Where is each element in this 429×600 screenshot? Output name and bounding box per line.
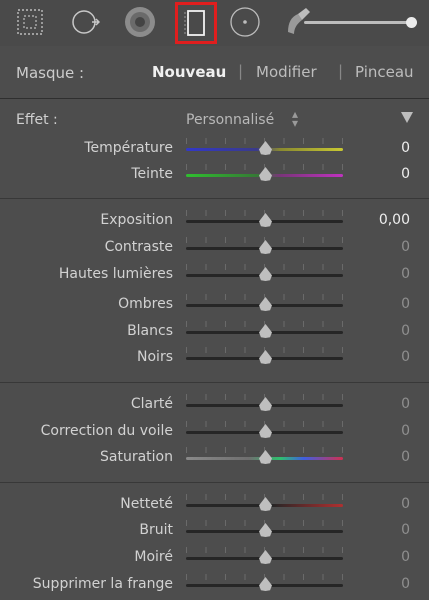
- slider-value-shadows[interactable]: 0: [401, 296, 410, 312]
- slider-label-tint: Teinte: [131, 166, 173, 182]
- slider-label-sharpness: Netteté: [120, 496, 173, 512]
- section-divider: [0, 482, 429, 483]
- slider-value-saturation[interactable]: 0: [401, 449, 410, 465]
- slider-label-moire: Moiré: [134, 549, 173, 565]
- effect-preset-select[interactable]: Personnalisé: [186, 112, 274, 128]
- slider-value-dehaze[interactable]: 0: [401, 423, 410, 439]
- slider-label-clarity: Clarté: [130, 396, 173, 412]
- mask-new-button[interactable]: Nouveau: [152, 63, 226, 81]
- slider-label-defringe: Supprimer la frange: [32, 576, 173, 592]
- slider-value-noise[interactable]: 0: [401, 522, 410, 538]
- slider-label-whites: Blancs: [127, 323, 173, 339]
- mask-edit-button[interactable]: Modifier: [256, 63, 317, 81]
- mask-separator: |: [238, 62, 244, 80]
- slider-row-sharpness: Netteté 0: [0, 492, 429, 518]
- crop-overlay-icon[interactable]: [15, 7, 45, 37]
- slider-row-dehaze: Correction du voile 0: [0, 419, 429, 445]
- slider-value-highlights[interactable]: 0: [401, 266, 410, 282]
- slider-value-defringe[interactable]: 0: [401, 576, 410, 592]
- section-divider: [0, 382, 429, 383]
- slider-label-noise: Bruit: [139, 522, 173, 538]
- slider-label-shadows: Ombres: [118, 296, 173, 312]
- slider-row-exposure: Exposition 0,00: [0, 208, 429, 234]
- slider-row-tint: Teinte 0: [0, 162, 429, 188]
- section-divider: [0, 198, 429, 199]
- tool-size-knob[interactable]: [406, 17, 417, 28]
- slider-row-whites: Blancs 0: [0, 319, 429, 345]
- mask-separator: |: [338, 62, 344, 80]
- slider-value-exposure[interactable]: 0,00: [379, 212, 410, 228]
- slider-value-blacks[interactable]: 0: [401, 349, 410, 365]
- effect-label: Effet :: [16, 112, 58, 128]
- slider-value-tint[interactable]: 0: [401, 166, 410, 182]
- slider-value-temperature[interactable]: 0: [401, 140, 410, 156]
- mask-bar: Masque : Nouveau | Modifier | Pinceau: [0, 48, 429, 99]
- slider-label-blacks: Noirs: [137, 349, 173, 365]
- slider-value-contrast[interactable]: 0: [401, 239, 410, 255]
- slider-row-defringe: Supprimer la frange 0: [0, 572, 429, 598]
- spot-removal-icon[interactable]: [70, 7, 101, 37]
- slider-row-contrast: Contraste 0: [0, 235, 429, 261]
- slider-row-moire: Moiré 0: [0, 545, 429, 571]
- slider-value-sharpness[interactable]: 0: [401, 496, 410, 512]
- panel-collapse-triangle-icon[interactable]: [401, 112, 413, 123]
- slider-row-temperature: Température 0: [0, 136, 429, 162]
- slider-value-whites[interactable]: 0: [401, 323, 410, 339]
- mask-brush-button[interactable]: Pinceau: [355, 63, 414, 81]
- slider-row-saturation: Saturation 0: [0, 445, 429, 471]
- red-eye-icon[interactable]: [123, 5, 157, 39]
- graduated-filter-icon[interactable]: [175, 2, 217, 44]
- slider-label-dehaze: Correction du voile: [40, 423, 173, 439]
- mask-label: Masque :: [16, 64, 85, 82]
- slider-value-moire[interactable]: 0: [401, 549, 410, 565]
- slider-label-contrast: Contraste: [104, 239, 173, 255]
- radial-filter-icon[interactable]: [228, 5, 262, 39]
- tool-strip: [0, 0, 429, 46]
- slider-value-clarity[interactable]: 0: [401, 396, 410, 412]
- slider-label-temperature: Température: [84, 140, 173, 156]
- up-down-arrows-icon[interactable]: ▴ ▾: [292, 108, 298, 129]
- slider-row-clarity: Clarté 0: [0, 392, 429, 418]
- tool-size-track: [304, 21, 417, 24]
- slider-row-shadows: Ombres 0: [0, 292, 429, 318]
- slider-row-noise: Bruit 0: [0, 518, 429, 544]
- slider-label-exposure: Exposition: [100, 212, 173, 228]
- slider-label-saturation: Saturation: [100, 449, 173, 465]
- slider-row-blacks: Noirs 0: [0, 345, 429, 371]
- tool-size-slider[interactable]: [304, 17, 417, 28]
- slider-label-highlights: Hautes lumières: [58, 266, 173, 282]
- slider-row-highlights: Hautes lumières 0: [0, 262, 429, 288]
